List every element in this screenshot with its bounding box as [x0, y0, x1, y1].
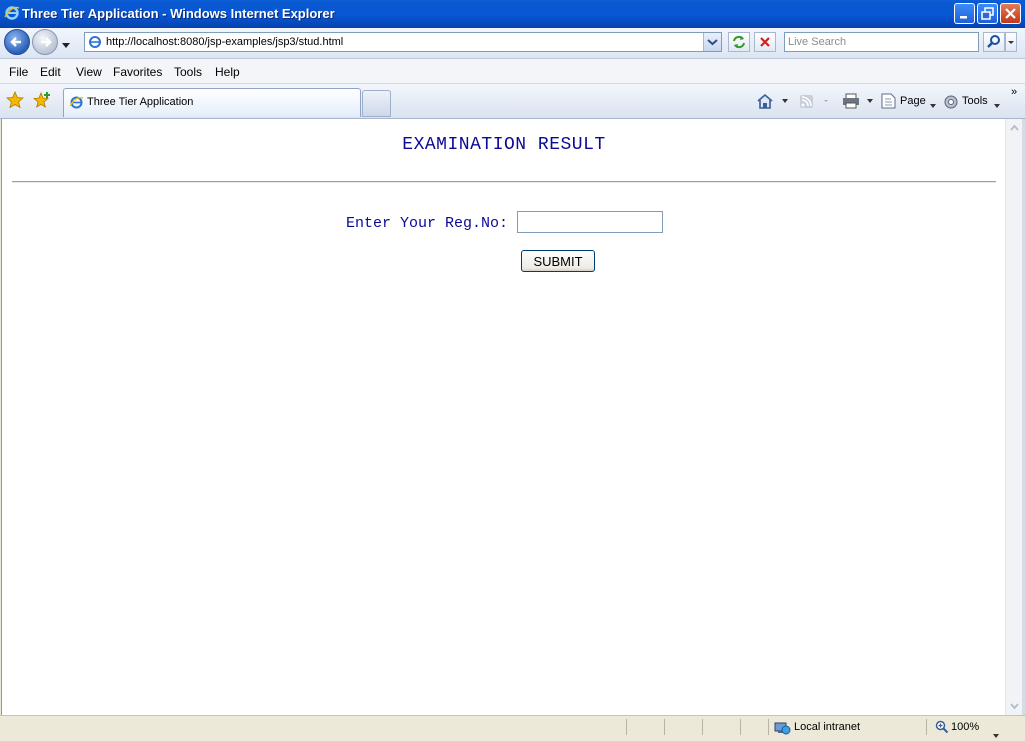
status-divider	[926, 719, 927, 735]
menu-edit[interactable]: Edit	[40, 65, 61, 79]
search-options-dropdown[interactable]	[1005, 32, 1017, 52]
home-button[interactable]	[756, 93, 790, 112]
feeds-button[interactable]	[798, 93, 832, 112]
submit-button[interactable]: SUBMIT	[521, 250, 595, 272]
tab-three-tier-application[interactable]: Three Tier Application	[63, 88, 361, 117]
status-divider	[626, 719, 627, 735]
menu-bar: File Edit View Favorites Tools Help	[0, 59, 1025, 84]
status-divider	[702, 719, 703, 735]
page-menu-button[interactable]: Page	[880, 93, 936, 112]
status-divider	[768, 719, 769, 735]
scroll-up-button[interactable]	[1006, 119, 1023, 136]
chevron-down-icon	[62, 43, 70, 48]
menu-view[interactable]: View	[76, 65, 102, 79]
address-field[interactable]: http://localhost:8080/jsp-examples/jsp3/…	[84, 32, 722, 52]
add-favorite-icon	[33, 91, 50, 108]
printer-icon	[843, 93, 873, 109]
back-arrow-icon	[10, 37, 21, 47]
close-icon	[1005, 8, 1016, 19]
scroll-down-button[interactable]	[1006, 698, 1023, 715]
reg-no-input[interactable]	[517, 211, 663, 233]
rss-feed-icon	[800, 95, 828, 108]
search-button[interactable]	[983, 32, 1005, 52]
menu-tools[interactable]: Tools	[174, 65, 202, 79]
page-icon	[88, 35, 102, 52]
restore-button[interactable]	[977, 3, 998, 24]
home-icon	[757, 93, 788, 109]
close-button[interactable]	[1000, 3, 1021, 24]
print-button[interactable]	[842, 93, 878, 112]
status-divider	[664, 719, 665, 735]
globe-computer-icon	[774, 722, 791, 735]
page-content: EXAMINATION RESULT Enter Your Reg.No: SU…	[1, 119, 1006, 715]
forward-arrow-icon	[41, 37, 52, 47]
back-button[interactable]	[4, 29, 30, 55]
zoom-magnifier-icon	[935, 720, 949, 734]
chevron-down-icon	[994, 99, 1000, 111]
restore-icon	[981, 7, 994, 20]
status-bar: Local intranet 100%	[0, 715, 1025, 738]
zoom-control[interactable]: 100%	[935, 720, 979, 737]
page-menu-label: Page	[900, 95, 926, 107]
forward-button[interactable]	[32, 29, 58, 55]
refresh-icon	[733, 35, 745, 49]
more-commands-chevron[interactable]: »	[1011, 86, 1017, 98]
reg-no-label: Enter Your Reg.No:	[346, 215, 509, 232]
search-icon	[987, 35, 1000, 48]
address-url: http://localhost:8080/jsp-examples/jsp3/…	[106, 36, 344, 48]
chevron-down-icon	[1008, 41, 1014, 44]
chevron-down-icon	[930, 99, 936, 111]
security-zone[interactable]: Local intranet	[774, 720, 860, 739]
status-divider	[740, 719, 741, 735]
ie-logo-icon	[4, 5, 20, 21]
recent-pages-dropdown[interactable]	[62, 38, 70, 52]
zoom-level: 100%	[951, 721, 980, 733]
chevron-down-icon	[707, 39, 718, 46]
title-bar: Three Tier Application - Windows Interne…	[0, 0, 1025, 28]
menu-favorites[interactable]: Favorites	[113, 65, 162, 79]
gear-icon	[944, 95, 958, 109]
tab-bar: Three Tier Application Page Tools	[0, 84, 1025, 119]
zoom-dropdown[interactable]	[993, 727, 999, 741]
ie-page-icon	[69, 95, 84, 113]
chevron-up-icon	[1010, 124, 1019, 131]
vertical-scrollbar[interactable]	[1005, 119, 1023, 715]
address-dropdown[interactable]	[703, 33, 721, 51]
tools-menu-label: Tools	[962, 95, 988, 107]
add-to-favorites-button[interactable]	[33, 91, 51, 112]
horizontal-rule	[12, 181, 996, 183]
favorites-center-button[interactable]	[6, 90, 24, 112]
menu-help[interactable]: Help	[215, 65, 240, 79]
chevron-down-icon	[993, 734, 999, 738]
page-icon	[881, 93, 896, 109]
chevron-down-icon	[1010, 703, 1019, 710]
window-title: Three Tier Application - Windows Interne…	[22, 6, 335, 21]
refresh-button[interactable]	[728, 32, 750, 52]
search-input[interactable]	[788, 34, 976, 50]
menu-file[interactable]: File	[9, 65, 28, 79]
address-toolbar: http://localhost:8080/jsp-examples/jsp3/…	[0, 28, 1025, 59]
security-zone-label: Local intranet	[794, 721, 861, 733]
stop-icon	[760, 37, 770, 47]
tab-label: Three Tier Application	[87, 96, 194, 108]
minimize-button[interactable]	[954, 3, 975, 24]
live-search-box[interactable]	[784, 32, 979, 52]
tools-menu-button[interactable]: Tools	[942, 93, 1000, 114]
star-icon	[6, 90, 24, 109]
stop-button[interactable]	[754, 32, 776, 52]
minimize-icon	[960, 16, 967, 19]
new-tab-button[interactable]	[362, 90, 391, 117]
page-heading: EXAMINATION RESULT	[402, 135, 606, 155]
